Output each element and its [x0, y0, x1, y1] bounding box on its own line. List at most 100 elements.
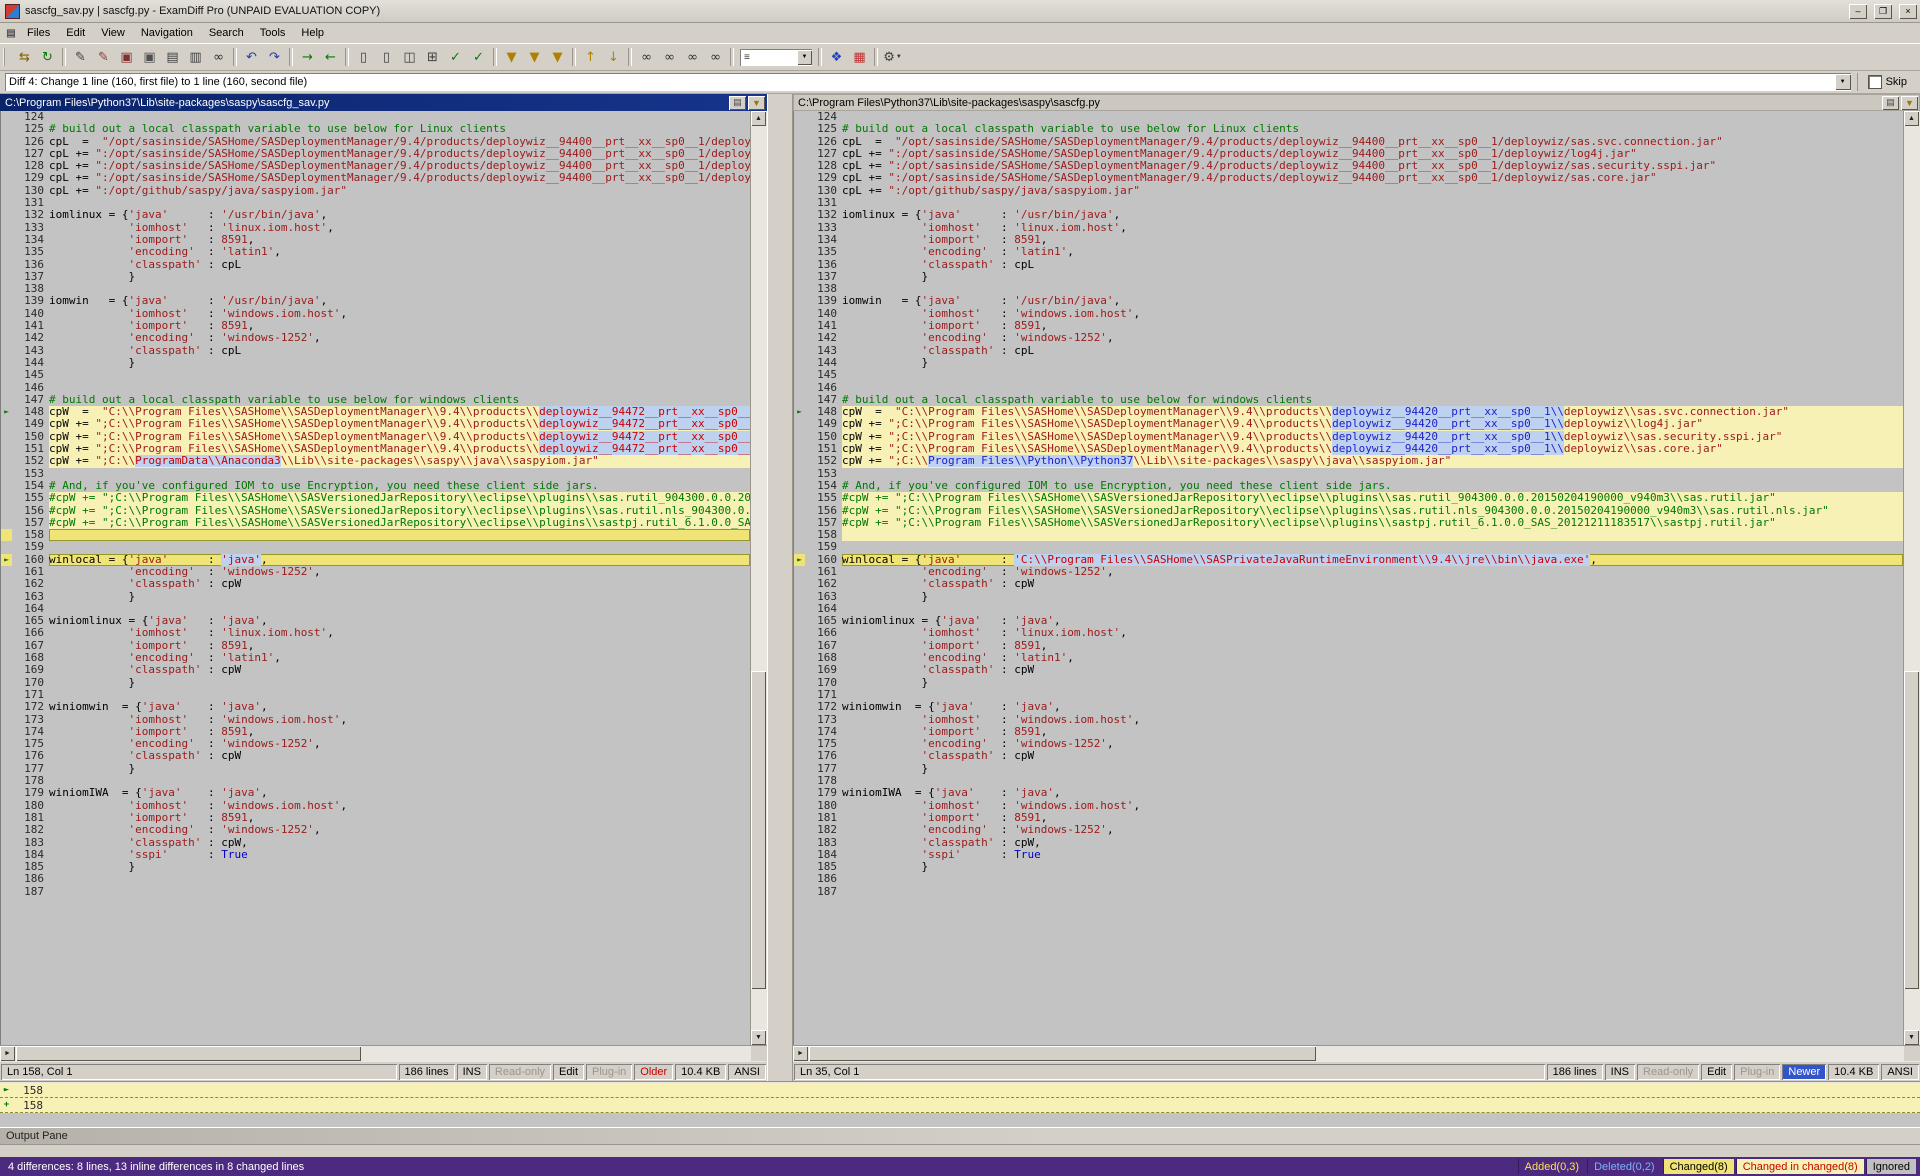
close-button[interactable]: ×: [1899, 4, 1917, 19]
current-diff-selector[interactable]: Diff 4: Change 1 line (160, first file) …: [5, 73, 1851, 91]
window-menu-icon[interactable]: ▤: [3, 28, 19, 39]
code-line[interactable]: 167 'iomport' : 8591,: [1, 640, 750, 652]
menu-item-view[interactable]: View: [93, 25, 133, 41]
code-line[interactable]: 155#cpW += ";C:\\Program Files\\SASHome\…: [1, 492, 750, 504]
code-line[interactable]: 136 'classpath' : cpL: [794, 259, 1903, 271]
code-line[interactable]: 183 'classpath' : cpW,: [1, 837, 750, 849]
code-line[interactable]: 178: [794, 775, 1903, 787]
right-code-area[interactable]: 124125# build out a local classpath vari…: [793, 111, 1903, 1045]
code-line[interactable]: 187: [794, 886, 1903, 898]
scroll-up-icon[interactable]: ▲: [751, 111, 766, 126]
code-line[interactable]: 162 'classpath' : cpW: [794, 578, 1903, 590]
right-vertical-scrollbar[interactable]: ▲ ▼: [1903, 111, 1920, 1045]
code-line[interactable]: 131: [794, 197, 1903, 209]
prev-pair-button[interactable]: ←: [319, 47, 342, 68]
code-line[interactable]: ►160winlocal = {'java' : 'C:\\Program Fi…: [794, 554, 1903, 566]
code-line[interactable]: 176 'classpath' : cpW: [794, 750, 1903, 762]
code-line[interactable]: 174 'iomport' : 8591,: [1, 726, 750, 738]
show-first-pane-button[interactable]: ▯: [352, 47, 375, 68]
code-line[interactable]: 146: [794, 382, 1903, 394]
code-line[interactable]: 175 'encoding' : 'windows-1252',: [794, 738, 1903, 750]
code-line[interactable]: 130cpL += ":/opt/github/saspy/java/saspy…: [1, 185, 750, 197]
edit-second-file-button[interactable]: ✎: [92, 47, 115, 68]
code-line[interactable]: 171: [1, 689, 750, 701]
code-line[interactable]: 183 'classpath' : cpW,: [794, 837, 1903, 849]
left-hscroll-thumb[interactable]: [16, 1046, 361, 1061]
show-identical-button[interactable]: ✓: [444, 47, 467, 68]
code-line[interactable]: 176 'classpath' : cpW: [1, 750, 750, 762]
code-line[interactable]: 184 'sspi' : True: [794, 849, 1903, 861]
code-line[interactable]: 168 'encoding' : 'latin1',: [1, 652, 750, 664]
code-line[interactable]: ►148cpW = "C:\\Program Files\\SASHome\\S…: [1, 406, 750, 418]
code-line[interactable]: 172winiomwin = {'java' : 'java',: [794, 701, 1903, 713]
filter-lines-button[interactable]: ▼: [523, 47, 546, 68]
right-hscroll-thumb[interactable]: [809, 1046, 1316, 1061]
left-vscroll-thumb[interactable]: [751, 671, 766, 989]
code-line[interactable]: 170 }: [1, 677, 750, 689]
code-line[interactable]: 169 'classpath' : cpW: [794, 664, 1903, 676]
code-line[interactable]: 146: [1, 382, 750, 394]
code-line[interactable]: 124: [1, 111, 750, 123]
find-next-diff-button[interactable]: ∞: [681, 47, 704, 68]
code-line[interactable]: 142 'encoding' : 'windows-1252',: [1, 332, 750, 344]
code-line[interactable]: 181 'iomport' : 8591,: [794, 812, 1903, 824]
code-line[interactable]: 166 'iomhost' : 'linux.iom.host',: [1, 627, 750, 639]
code-line[interactable]: 132iomlinux = {'java' : '/usr/bin/java',: [794, 209, 1903, 221]
code-line[interactable]: 167 'iomport' : 8591,: [794, 640, 1903, 652]
search-button[interactable]: ∞: [207, 47, 230, 68]
left-pane-header[interactable]: C:\Program Files\Python37\Lib\site-packa…: [0, 94, 767, 111]
code-line[interactable]: 185 }: [794, 861, 1903, 873]
copy-button[interactable]: ▥: [184, 47, 207, 68]
code-line[interactable]: 127cpL += ":/opt/sasinside/SASHome/SASDe…: [794, 148, 1903, 160]
auto-recompare-button[interactable]: ✓: [467, 47, 490, 68]
menu-item-files[interactable]: Files: [19, 25, 58, 41]
redo-button[interactable]: ↷: [263, 47, 286, 68]
chevron-down-icon[interactable]: ▼: [797, 50, 812, 65]
show-second-pane-button[interactable]: ▯: [375, 47, 398, 68]
code-line[interactable]: 179winiomIWA = {'java' : 'java',: [1, 787, 750, 799]
plugin-button[interactable]: ❖: [825, 47, 848, 68]
first-diff-button[interactable]: ∞: [635, 47, 658, 68]
code-line[interactable]: ►160winlocal = {'java' : 'java',: [1, 554, 750, 566]
code-line[interactable]: 135 'encoding' : 'latin1',: [1, 246, 750, 258]
code-line[interactable]: 178: [1, 775, 750, 787]
code-line[interactable]: 161 'encoding' : 'windows-1252',: [1, 566, 750, 578]
code-line[interactable]: 140 'iomhost' : 'windows.iom.host',: [794, 308, 1903, 320]
code-line[interactable]: 186: [794, 873, 1903, 885]
code-line[interactable]: 150cpW += ";C:\\Program Files\\SASHome\\…: [1, 431, 750, 443]
open-file-icon[interactable]: ▼: [748, 96, 765, 110]
right-pane-header[interactable]: C:\Program Files\Python37\Lib\site-packa…: [793, 94, 1920, 111]
last-diff-button[interactable]: ∞: [704, 47, 727, 68]
code-line[interactable]: 137 }: [1, 271, 750, 283]
code-line[interactable]: 133 'iomhost' : 'linux.iom.host',: [794, 222, 1903, 234]
code-line[interactable]: 139iomwin = {'java' : '/usr/bin/java',: [794, 295, 1903, 307]
code-line[interactable]: 125# build out a local classpath variabl…: [794, 123, 1903, 135]
code-line[interactable]: 156#cpW += ";C:\\Program Files\\SASHome\…: [1, 505, 750, 517]
code-line[interactable]: 124: [794, 111, 1903, 123]
pane-splitter[interactable]: [767, 94, 793, 1081]
options-button[interactable]: ⚙▼: [881, 47, 904, 68]
menu-item-tools[interactable]: Tools: [252, 25, 294, 41]
code-line[interactable]: 181 'iomport' : 8591,: [1, 812, 750, 824]
code-line[interactable]: 180 'iomhost' : 'windows.iom.host',: [794, 800, 1903, 812]
code-line[interactable]: 165winiomlinux = {'java' : 'java',: [1, 615, 750, 627]
code-line[interactable]: 147# build out a local classpath variabl…: [1, 394, 750, 406]
prev-diff-button[interactable]: ↑: [579, 47, 602, 68]
filter-chars-button[interactable]: ▼: [546, 47, 569, 68]
scroll-down-icon[interactable]: ▼: [751, 1030, 766, 1045]
find-prev-diff-button[interactable]: ∞: [658, 47, 681, 68]
code-line[interactable]: 157#cpW += ";C:\\Program Files\\SASHome\…: [794, 517, 1903, 529]
code-line[interactable]: 182 'encoding' : 'windows-1252',: [1, 824, 750, 836]
scroll-up-icon[interactable]: ▲: [1904, 111, 1919, 126]
code-line[interactable]: 159: [1, 541, 750, 553]
recompare-button[interactable]: ↻: [36, 47, 59, 68]
code-line[interactable]: 138: [794, 283, 1903, 295]
code-line[interactable]: 182 'encoding' : 'windows-1252',: [794, 824, 1903, 836]
output-pane-caption[interactable]: Output Pane: [0, 1127, 1920, 1144]
code-line[interactable]: 163 }: [1, 591, 750, 603]
code-line[interactable]: 134 'iomport' : 8591,: [1, 234, 750, 246]
menu-item-navigation[interactable]: Navigation: [133, 25, 201, 41]
code-line[interactable]: 144 }: [794, 357, 1903, 369]
code-line[interactable]: 126cpL = "/opt/sasinside/SASHome/SASDepl…: [1, 136, 750, 148]
code-line[interactable]: 149cpW += ";C:\\Program Files\\SASHome\\…: [794, 418, 1903, 430]
